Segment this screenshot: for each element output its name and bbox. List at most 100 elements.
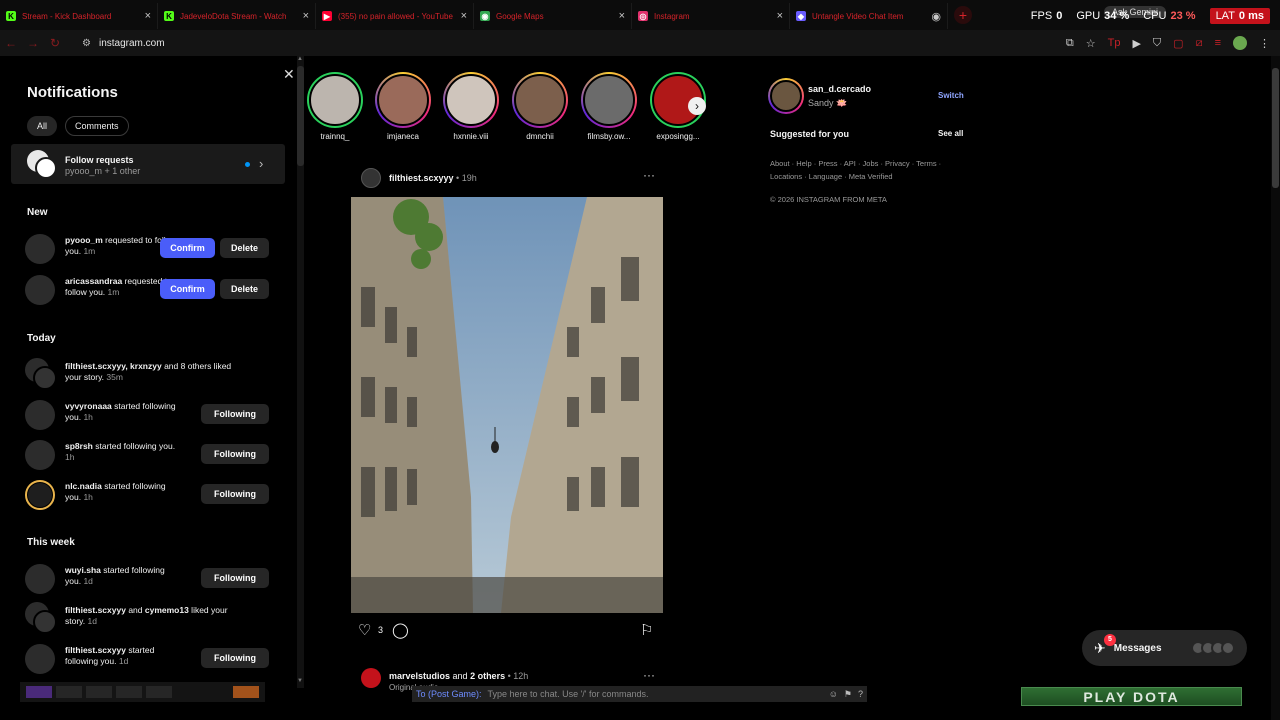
tab-kick-dashboard[interactable]: K Stream - Kick Dashboard × — [0, 3, 158, 29]
following-button[interactable]: Following — [201, 568, 269, 588]
post-username[interactable]: marvelstudios — [389, 671, 450, 681]
url-field[interactable]: ⚙ instagram.com — [82, 38, 165, 49]
extension-puzzle-icon[interactable]: ≡ — [1215, 37, 1221, 49]
close-icon[interactable]: × — [303, 10, 309, 22]
username[interactable]: filthiest.scxyyy, krxnzyy — [65, 361, 162, 371]
post-username[interactable]: filthiest.scxyyy — [389, 173, 454, 183]
username[interactable]: filthiest.scxyyy — [65, 605, 126, 615]
confirm-button[interactable]: Confirm — [160, 238, 215, 258]
play-dota-button[interactable]: PLAY DOTA — [1021, 687, 1242, 706]
stories-next-button[interactable]: › — [688, 97, 706, 115]
emoji-icon[interactable]: ☺ — [829, 689, 838, 699]
scroll-down-arrow-icon[interactable]: ▼ — [297, 678, 303, 684]
username[interactable]: nlc.nadia — [65, 481, 102, 491]
close-icon[interactable]: × — [619, 10, 625, 22]
delete-button[interactable]: Delete — [220, 279, 269, 299]
username[interactable]: sp8rsh — [65, 441, 93, 451]
avatar[interactable] — [25, 234, 55, 264]
username[interactable]: filthiest.scxyyy — [65, 645, 126, 655]
story-item[interactable]: filmsby.ow... — [579, 72, 639, 141]
username[interactable]: aricassandraa — [65, 276, 122, 286]
delete-button[interactable]: Delete — [220, 238, 269, 258]
forward-icon[interactable]: → — [22, 36, 44, 50]
following-button[interactable]: Following — [201, 648, 269, 668]
confirm-button[interactable]: Confirm — [160, 279, 215, 299]
chat-input[interactable]: Type here to chat. Use '/' for commands. — [488, 689, 823, 699]
scroll-up-arrow-icon[interactable]: ▲ — [297, 56, 303, 62]
tab-kick-stream[interactable]: K JadeveloDota Stream - Watch × — [158, 3, 316, 29]
filter-all-chip[interactable]: All — [27, 116, 58, 136]
post-author: marvelstudios and 2 others • 12h — [389, 671, 529, 681]
post-image[interactable] — [351, 197, 663, 613]
story-item[interactable]: dmnchii — [510, 72, 570, 141]
avatar[interactable] — [25, 440, 55, 470]
comment-icon[interactable]: ◯ — [392, 621, 409, 639]
avatar[interactable] — [361, 668, 381, 688]
footer-links[interactable]: About · Help · Press · API · Jobs · Priv… — [770, 157, 960, 183]
avatar[interactable] — [33, 610, 57, 634]
avatar[interactable] — [25, 400, 55, 430]
see-all-link[interactable]: See all — [938, 129, 963, 138]
notification-row: pyooo_m requested to follow you. 1m Conf… — [25, 230, 275, 264]
tab-youtube[interactable]: ▶ (355) no pain allowed - YouTube × — [316, 3, 474, 29]
bookmark-icon[interactable]: ⚐ — [640, 621, 653, 639]
install-app-icon[interactable]: ⧉ — [1066, 37, 1074, 50]
page-scrollbar[interactable] — [1271, 56, 1280, 720]
avatar[interactable] — [25, 275, 55, 305]
chat-wheel-icon[interactable]: ⚑ — [844, 689, 852, 700]
profile-avatar[interactable] — [1233, 36, 1247, 50]
messages-button[interactable]: ✈ 5 Messages — [1082, 630, 1247, 666]
avatar[interactable] — [25, 644, 55, 674]
username[interactable]: pyooo_m — [65, 235, 103, 245]
hud-slot — [26, 686, 52, 698]
new-tab-button[interactable]: + — [954, 6, 972, 24]
back-icon[interactable]: ← — [0, 36, 22, 50]
reload-icon[interactable]: ↻ — [44, 36, 66, 50]
post-coauthors[interactable]: 2 others — [470, 671, 505, 681]
avatar[interactable] — [25, 480, 55, 510]
avatar[interactable] — [33, 366, 57, 390]
more-options-icon[interactable]: ··· — [643, 668, 655, 682]
bookmark-star-icon[interactable]: ☆ — [1086, 37, 1096, 50]
story-item[interactable]: trainnq_ — [305, 72, 365, 141]
notification-text: wuyi.sha started following you. 1d — [65, 565, 183, 587]
story-item[interactable]: imjaneca — [373, 72, 433, 141]
site-settings-icon[interactable]: ⚙ — [82, 38, 91, 49]
extension-shield-icon[interactable]: ⛉ — [1153, 37, 1161, 50]
page-scrollbar-thumb[interactable] — [1272, 68, 1279, 188]
heart-icon[interactable]: ♡ — [358, 621, 371, 639]
avatar[interactable] — [768, 78, 804, 114]
tab-instagram[interactable]: ◎ Instagram × — [632, 3, 790, 29]
avatar-image — [770, 80, 802, 112]
notification-text: filthiest.scxyyy started following you. … — [65, 645, 183, 667]
username[interactable]: vyvyronaaa — [65, 401, 112, 411]
story-item[interactable]: hxnnie.viii — [441, 72, 501, 141]
avatar[interactable] — [25, 564, 55, 594]
extension-square-icon[interactable]: ▢ — [1173, 37, 1183, 50]
more-options-icon[interactable]: ··· — [643, 168, 655, 182]
close-icon[interactable]: ✕ — [283, 66, 295, 83]
switch-account-link[interactable]: Switch — [938, 91, 964, 100]
help-icon[interactable]: ? — [858, 689, 863, 699]
follow-requests-row[interactable]: Follow requests pyooo_m + 1 other › — [11, 144, 285, 184]
close-icon[interactable]: × — [461, 10, 467, 22]
close-icon[interactable]: × — [145, 10, 151, 22]
extension-tp-icon[interactable]: Tp — [1108, 37, 1121, 49]
tab-google-maps[interactable]: ◉ Google Maps × — [474, 3, 632, 29]
username[interactable]: wuyi.sha — [65, 565, 101, 575]
following-button[interactable]: Following — [201, 404, 269, 424]
close-icon[interactable]: × — [777, 10, 783, 22]
username[interactable]: cymemo13 — [145, 605, 189, 615]
filter-comments-chip[interactable]: Comments — [65, 116, 129, 136]
stories-tray: trainnq_ imjaneca hxnnie.viii dmnchii fi… — [305, 72, 725, 146]
tab-video-chat[interactable]: ◆ Untangle Video Chat Item ◉ — [790, 3, 948, 29]
following-button[interactable]: Following — [201, 444, 269, 464]
notifications-scrollbar-thumb[interactable] — [297, 66, 304, 166]
following-button[interactable]: Following — [201, 484, 269, 504]
menu-dots-icon[interactable]: ⋮ — [1259, 37, 1270, 50]
extension-play-icon[interactable]: ▶ — [1132, 37, 1140, 50]
extension-cast-icon[interactable]: ⧄ — [1196, 37, 1203, 50]
avatar[interactable] — [361, 168, 381, 188]
story-username: hxnnie.viii — [453, 132, 489, 141]
account-username[interactable]: san_d.cercado — [808, 84, 871, 94]
